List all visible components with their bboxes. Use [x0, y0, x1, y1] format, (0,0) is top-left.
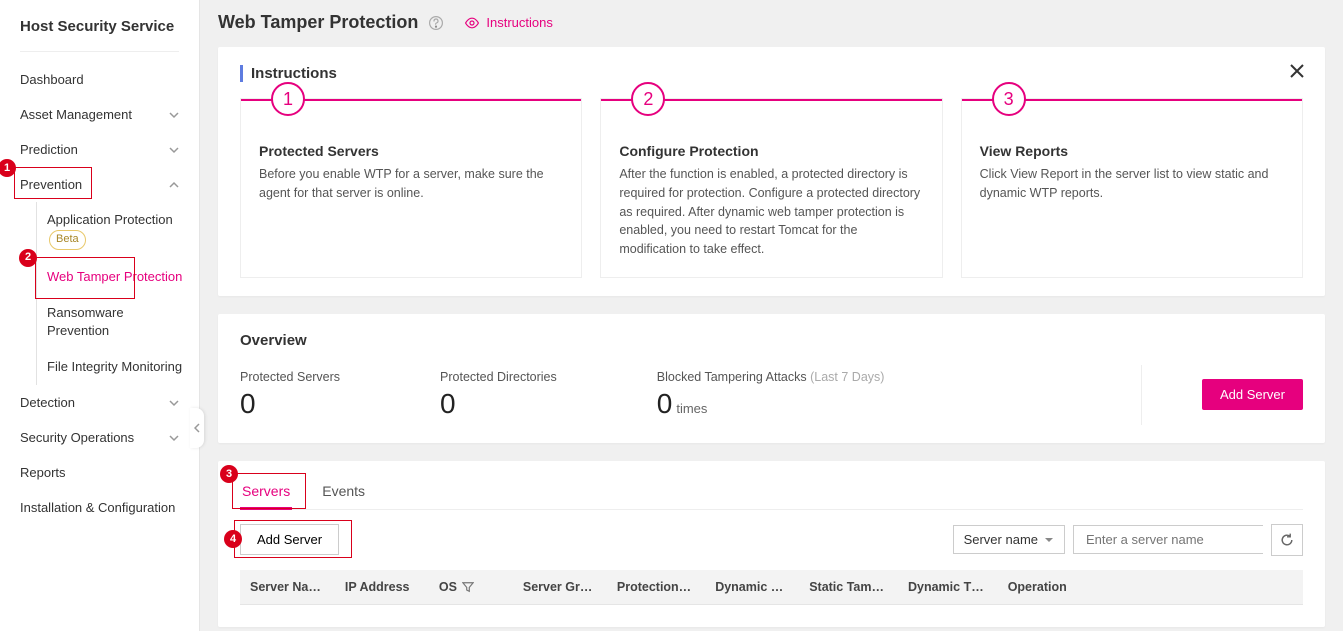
search-input-wrap	[1073, 525, 1263, 554]
sidebar-item-ransomware-prevention[interactable]: Ransomware Prevention	[36, 295, 199, 349]
col-protection[interactable]: Protection…	[607, 570, 701, 605]
tab-events[interactable]: Events	[320, 475, 367, 509]
servers-table: Server Na… IP Address OS Server Gr… Prot…	[240, 570, 1303, 605]
refresh-button[interactable]	[1271, 524, 1303, 556]
overview-panel: Overview Protected Servers 0 Protected D…	[218, 314, 1325, 443]
col-os[interactable]: OS	[429, 570, 509, 605]
col-dynamic[interactable]: Dynamic …	[705, 570, 795, 605]
beta-badge: Beta	[49, 230, 86, 249]
col-server-name[interactable]: Server Na…	[240, 570, 331, 605]
sidebar-item-label: Ransomware Prevention	[47, 305, 124, 338]
close-button[interactable]	[1287, 61, 1307, 81]
sidebar-item-app-protection[interactable]: Application Protection Beta	[36, 202, 199, 259]
annotation-marker-1: 1	[0, 159, 16, 177]
sidebar-item-label: Web Tamper Protection	[47, 269, 182, 284]
refresh-icon	[1279, 532, 1295, 548]
sidebar-item-label: Security Operations	[20, 430, 134, 445]
sidebar-item-label: Dashboard	[20, 72, 84, 87]
overview-title: Overview	[240, 332, 1303, 349]
sidebar-item-label: Asset Management	[20, 107, 132, 122]
instructions-link-label: Instructions	[486, 15, 552, 30]
step-title: View Reports	[980, 143, 1284, 159]
tab-label: Servers	[242, 483, 290, 499]
step-title: Configure Protection	[619, 143, 923, 159]
chevron-down-icon	[169, 433, 179, 443]
sidebar-item-label: Detection	[20, 395, 75, 410]
filter-icon[interactable]	[462, 581, 474, 593]
metric-label: Protected Directories	[440, 370, 557, 384]
step-title: Protected Servers	[259, 143, 563, 159]
step-body: Click View Report in the server list to …	[980, 165, 1284, 203]
caret-down-icon	[1044, 535, 1054, 545]
sidebar-item-label: Prevention	[20, 177, 82, 192]
search-input[interactable]	[1082, 526, 1266, 553]
filter-field-select[interactable]: Server name	[953, 525, 1065, 554]
col-dynamic-t[interactable]: Dynamic T…	[898, 570, 994, 605]
sidebar-item-file-integrity-monitoring[interactable]: File Integrity Monitoring	[36, 349, 199, 385]
tab-servers[interactable]: Servers 3	[240, 475, 292, 509]
sidebar-item-prediction[interactable]: Prediction	[0, 132, 199, 167]
add-server-button-secondary[interactable]: Add Server	[240, 524, 339, 555]
instructions-panel: Instructions 1 Protected Servers Before …	[218, 47, 1325, 296]
col-ip-address[interactable]: IP Address	[335, 570, 425, 605]
annotation-marker-3: 3	[220, 465, 238, 483]
sidebar-item-reports[interactable]: Reports	[0, 455, 199, 490]
step-body: Before you enable WTP for a server, make…	[259, 165, 563, 203]
metric-label: Protected Servers	[240, 370, 340, 384]
sidebar-item-security-operations[interactable]: Security Operations	[0, 420, 199, 455]
sidebar-item-prevention[interactable]: Prevention 1	[0, 167, 199, 202]
sidebar-item-label: Installation & Configuration	[20, 500, 175, 515]
sidebar-item-label: Prediction	[20, 142, 78, 157]
chevron-down-icon	[169, 145, 179, 155]
sidebar-item-web-tamper-protection[interactable]: Web Tamper Protection 2	[36, 259, 199, 295]
metric-protected-directories: Protected Directories 0	[440, 370, 557, 420]
instructions-link[interactable]: Instructions	[464, 15, 552, 30]
col-operation[interactable]: Operation	[998, 570, 1303, 605]
tab-label: Events	[322, 483, 365, 499]
sidebar-item-asset-management[interactable]: Asset Management	[0, 97, 199, 132]
metric-value: 0times	[657, 388, 885, 420]
instruction-step-1: 1 Protected Servers Before you enable WT…	[240, 98, 582, 278]
metric-value: 0	[240, 388, 340, 420]
instruction-step-2: 2 Configure Protection After the functio…	[600, 98, 942, 278]
page-title: Web Tamper Protection	[218, 12, 418, 33]
sidebar-item-label: Application Protection	[47, 212, 173, 227]
service-title: Host Security Service	[0, 10, 199, 51]
metric-label: Blocked Tampering Attacks (Last 7 Days)	[657, 370, 885, 384]
sidebar-item-dashboard[interactable]: Dashboard	[0, 62, 199, 97]
col-static-tam[interactable]: Static Tam…	[799, 570, 894, 605]
close-icon	[1287, 61, 1307, 81]
annotation-marker-2: 2	[19, 249, 37, 267]
metric-protected-servers: Protected Servers 0	[240, 370, 340, 420]
col-server-group[interactable]: Server Gr…	[513, 570, 603, 605]
metric-value: 0	[440, 388, 557, 420]
chevron-down-icon	[169, 398, 179, 408]
chevron-up-icon	[169, 180, 179, 190]
step-body: After the function is enabled, a protect…	[619, 165, 923, 259]
servers-panel: Servers 3 Events Add Server 4 Server nam…	[218, 461, 1325, 627]
metric-blocked-attacks: Blocked Tampering Attacks (Last 7 Days) …	[657, 370, 885, 420]
step-number: 1	[271, 82, 305, 116]
help-icon[interactable]	[428, 15, 444, 31]
chevron-down-icon	[169, 110, 179, 120]
prevention-subnav: Application Protection Beta Web Tamper P…	[0, 202, 199, 385]
sidebar-item-installation-configuration[interactable]: Installation & Configuration	[0, 490, 199, 525]
sidebar: Host Security Service Dashboard Asset Ma…	[0, 0, 200, 631]
divider	[1141, 365, 1142, 425]
sidebar-item-label: Reports	[20, 465, 66, 480]
sidebar-item-label: File Integrity Monitoring	[47, 359, 182, 374]
step-number: 2	[631, 82, 665, 116]
main-content: Web Tamper Protection Instructions Instr…	[200, 0, 1343, 631]
table-header-row: Server Na… IP Address OS Server Gr… Prot…	[240, 570, 1303, 605]
step-number: 3	[992, 82, 1026, 116]
instruction-step-3: 3 View Reports Click View Report in the …	[961, 98, 1303, 278]
sidebar-item-detection[interactable]: Detection	[0, 385, 199, 420]
eye-icon	[464, 17, 480, 29]
select-value: Server name	[964, 532, 1038, 547]
instructions-title: Instructions	[240, 65, 1303, 82]
add-server-button[interactable]: Add Server	[1202, 379, 1303, 410]
